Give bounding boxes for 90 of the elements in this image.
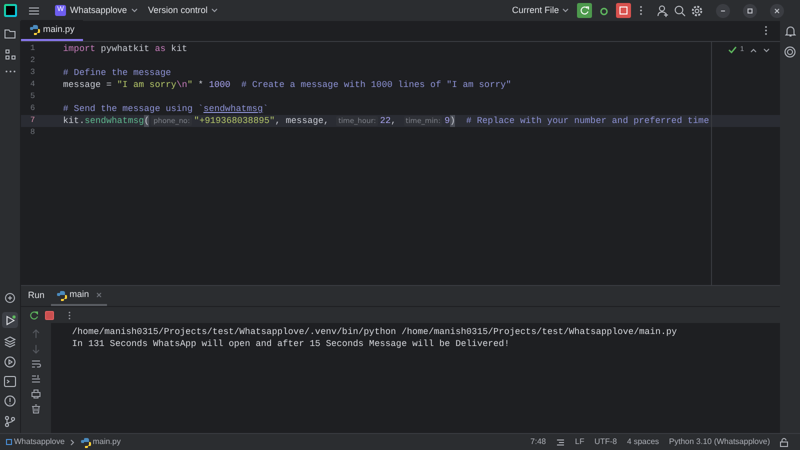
bell-icon[interactable] — [784, 25, 796, 37]
code-token: kit. — [63, 115, 85, 127]
code-token: # Define the message — [63, 67, 172, 79]
code-token: 1000 — [208, 79, 230, 91]
menu-icon[interactable] — [28, 6, 40, 16]
code-token: pywhatkit — [100, 43, 150, 55]
status-item[interactable]: UTF-8 — [594, 436, 618, 448]
code-token: ( — [144, 115, 150, 127]
console-output-line: In 131 Seconds WhatsApp will open and after 15 Seconds Message will be Delivered! — [72, 338, 510, 350]
code-token: # Send the message using ` — [63, 103, 204, 115]
code-token: * — [197, 79, 204, 91]
line-number: 4 — [29, 79, 35, 91]
python-file-icon — [80, 436, 91, 448]
run-icon — [4, 314, 16, 326]
code-token: as — [154, 43, 166, 55]
chevron-right-icon — [70, 438, 75, 446]
file-tab[interactable]: main.py — [21, 20, 83, 41]
app-logo-icon — [4, 4, 17, 17]
close-icon — [96, 292, 102, 298]
vcs-selector[interactable]: Version control — [148, 4, 218, 18]
more-icon[interactable] — [639, 5, 643, 16]
run-config-selector[interactable]: Current File — [512, 4, 569, 18]
more-icon[interactable] — [764, 25, 768, 36]
settings-icon[interactable] — [691, 4, 703, 16]
minimize-icon[interactable] — [716, 4, 730, 18]
line-number: 8 — [29, 127, 35, 139]
chevron-down-icon — [210, 8, 218, 13]
code-token: , message, — [274, 115, 330, 127]
code-token: , — [390, 115, 398, 127]
chevron-down-icon — [131, 8, 138, 13]
code-token: "+919368038895" — [194, 115, 275, 127]
user-add-icon[interactable] — [657, 4, 669, 16]
terminal-icon[interactable] — [4, 376, 16, 387]
line-number: 1 — [29, 43, 35, 55]
maximize-icon[interactable] — [743, 4, 757, 18]
code-token: kit — [170, 43, 188, 55]
code-token: 9 — [444, 115, 450, 127]
code-token: "I am sorry — [117, 79, 176, 91]
trash-icon[interactable] — [31, 404, 41, 414]
search-icon[interactable] — [674, 4, 686, 16]
line-number: 5 — [29, 91, 35, 103]
console-output-line: /home/manish0315/Projects/test/Whatsapplove/.venv/bin/python /home/manish0315/Projects/test/Whatsapplove/main.py — [72, 326, 678, 338]
more-icon[interactable] — [4, 70, 16, 73]
problems-icon[interactable] — [4, 395, 16, 407]
soft-wrap-icon[interactable] — [31, 359, 41, 369]
line-number: 7 — [29, 115, 35, 127]
code-token: ) — [450, 115, 456, 127]
caret-position[interactable]: 7:48 — [530, 436, 546, 448]
more-icon[interactable] — [68, 310, 71, 320]
code-token: " — [187, 79, 193, 91]
rerun-icon[interactable] — [577, 3, 592, 18]
run-tool-button[interactable] — [2, 312, 18, 328]
status-item[interactable]: LF — [575, 436, 584, 448]
git-icon[interactable] — [4, 415, 16, 427]
close-icon[interactable] — [770, 4, 784, 18]
code-token: # Create a message with 1000 lines of "I am sorry" — [240, 79, 512, 91]
structure-icon[interactable] — [4, 49, 16, 60]
stop-icon[interactable] — [45, 310, 54, 320]
code-token: message = — [63, 79, 113, 91]
code-token: \n — [176, 79, 188, 91]
python-file-icon — [29, 24, 40, 35]
code-token: import — [63, 43, 96, 55]
module-icon — [6, 439, 12, 445]
layers-icon[interactable] — [4, 336, 16, 348]
folder-icon[interactable] — [4, 29, 16, 39]
line-number: 2 — [29, 55, 35, 67]
status-item[interactable]: Python 3.10 (Whatsapplove) — [669, 436, 770, 448]
lock-icon[interactable] — [780, 438, 788, 446]
panel-title: Run — [28, 289, 45, 302]
chevron-up-icon[interactable] — [750, 48, 757, 53]
line-number: 6 — [29, 103, 35, 115]
breadcrumb[interactable]: main.py — [80, 436, 121, 448]
code-token: 22 — [380, 115, 391, 127]
indent-icon[interactable] — [556, 438, 565, 446]
breadcrumb[interactable]: Whatsapplove — [6, 436, 65, 448]
stop-icon[interactable] — [616, 3, 631, 18]
code-token: # Replace with your number and preferred time — [465, 115, 710, 127]
chevron-down-icon[interactable] — [763, 48, 770, 53]
code-link[interactable]: sendwhatmsg — [203, 103, 263, 115]
print-icon[interactable] — [31, 389, 41, 399]
code-token: ` — [262, 103, 268, 115]
status-item[interactable]: 4 spaces — [627, 436, 660, 448]
code-token: sendwhatmsg — [84, 115, 144, 127]
python-file-icon — [56, 290, 67, 300]
play-circle-icon[interactable] — [4, 356, 16, 368]
chevron-down-icon — [562, 8, 569, 13]
check-icon — [728, 46, 738, 54]
rerun-icon[interactable] — [29, 310, 39, 320]
scroll-to-end-icon[interactable] — [31, 374, 41, 384]
line-number: 3 — [29, 67, 35, 79]
